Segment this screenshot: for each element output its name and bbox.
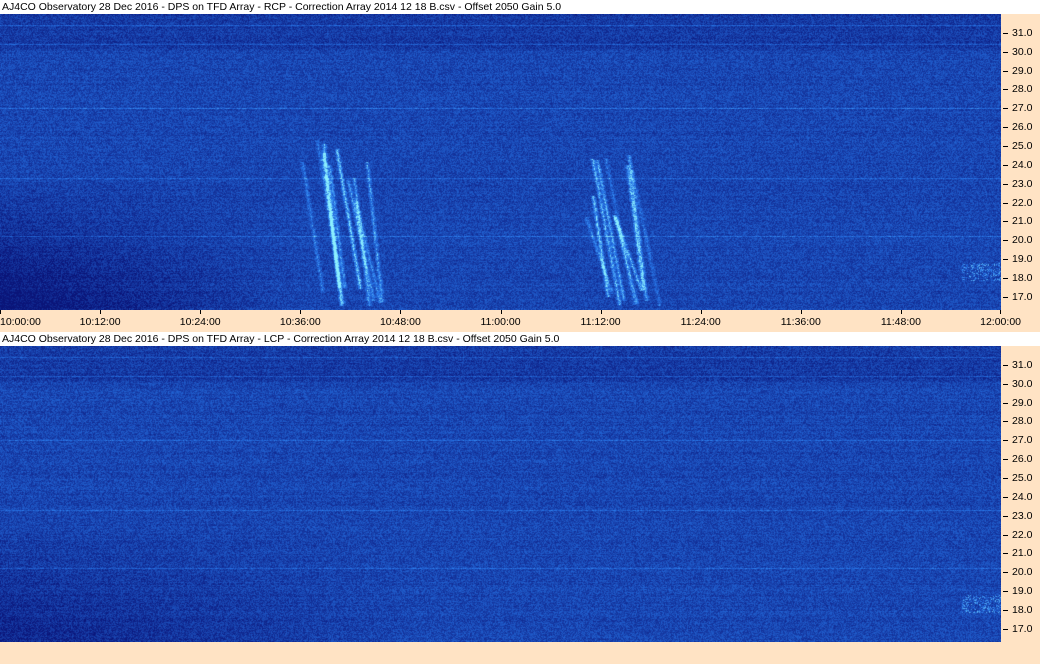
y-tick: [1003, 240, 1008, 242]
y-tick-label: 29.0: [1012, 396, 1033, 409]
y-tick-label: 18.0: [1012, 603, 1033, 616]
y-tick: [1003, 296, 1008, 298]
y-tick: [1003, 477, 1008, 479]
y-tick-label: 25.0: [1012, 471, 1033, 484]
x-tick-label: 11:36:00: [780, 316, 821, 328]
y-tick-label: 19.0: [1012, 585, 1033, 598]
y-tick-label: 26.0: [1012, 121, 1033, 134]
x-tick-label: 11:00:00: [480, 316, 521, 328]
y-tick-label: 22.0: [1012, 196, 1033, 209]
x-tick-label: 10:00:00: [0, 316, 41, 328]
y-tick-label: 27.0: [1012, 102, 1033, 115]
y-tick: [1003, 553, 1008, 555]
x-tick: [200, 310, 202, 314]
y-tick-label: 21.0: [1012, 215, 1033, 228]
x-tick: [900, 310, 902, 314]
x-tick-label: 10:24:00: [179, 316, 221, 328]
y-tick-label: 28.0: [1012, 83, 1033, 96]
x-tick: [300, 310, 302, 314]
x-tick: [1000, 310, 1001, 314]
y-tick: [1003, 259, 1008, 261]
y-tick: [1003, 572, 1008, 574]
y-tick-label: 30.0: [1012, 377, 1033, 390]
y-tick: [1003, 183, 1008, 185]
x-tick-label: 10:12:00: [79, 316, 121, 328]
y-tick: [1003, 591, 1008, 593]
y-tick-label: 24.0: [1012, 490, 1033, 503]
y-tick: [1003, 51, 1008, 53]
y-tick-label: 23.0: [1012, 177, 1033, 190]
x-tick: [500, 310, 502, 314]
y-tick: [1003, 108, 1008, 110]
y-tick: [1003, 515, 1008, 517]
x-tick-label: 10:48:00: [379, 316, 421, 328]
y-tick-label: 17.0: [1012, 622, 1033, 635]
y-tick-label: 30.0: [1012, 45, 1033, 58]
y-tick: [1003, 70, 1008, 72]
x-tick-label: 11:24:00: [680, 316, 721, 328]
y-tick: [1003, 221, 1008, 223]
y-tick: [1003, 89, 1008, 91]
y-tick-label: 18.0: [1012, 271, 1033, 284]
y-tick-label: 29.0: [1012, 64, 1033, 77]
spectrogram-rcp: [0, 14, 1001, 310]
x-tick-label: 11:48:00: [880, 316, 921, 328]
y-tick-label: 28.0: [1012, 415, 1033, 428]
x-tick: [400, 310, 402, 314]
y-tick: [1003, 202, 1008, 204]
x-tick-label: 10:36:00: [279, 316, 321, 328]
y-tick: [1003, 628, 1008, 630]
y-tick: [1003, 534, 1008, 536]
y-tick-label: 25.0: [1012, 139, 1033, 152]
y-tick: [1003, 459, 1008, 461]
panel-title-rcp: AJ4CO Observatory 28 Dec 2016 - DPS on T…: [2, 1, 562, 13]
y-tick-label: 22.0: [1012, 528, 1033, 541]
y-tick-label: 26.0: [1012, 453, 1033, 466]
y-tick-label: 20.0: [1012, 566, 1033, 579]
y-tick-label: 17.0: [1012, 290, 1033, 303]
x-tick: [0, 310, 1, 314]
x-tick: [600, 310, 602, 314]
y-tick: [1003, 145, 1008, 147]
y-tick-label: 19.0: [1012, 253, 1033, 266]
x-tick: [700, 310, 702, 314]
y-tick: [1003, 32, 1008, 34]
y-tick: [1003, 496, 1008, 498]
y-tick: [1003, 127, 1008, 129]
x-tick: [800, 310, 802, 314]
y-tick: [1003, 421, 1008, 423]
y-tick: [1003, 440, 1008, 442]
y-tick-label: 31.0: [1012, 26, 1033, 39]
y-tick: [1003, 609, 1008, 611]
y-tick-label: 20.0: [1012, 234, 1033, 247]
x-axis-lcp: [0, 642, 1040, 664]
y-tick: [1003, 164, 1008, 166]
y-tick-label: 27.0: [1012, 434, 1033, 447]
y-tick-label: 31.0: [1012, 358, 1033, 371]
y-tick: [1003, 383, 1008, 385]
x-tick-label: 12:00:00: [980, 316, 1021, 328]
y-tick: [1003, 277, 1008, 279]
x-tick: [100, 310, 102, 314]
panel-title-lcp: AJ4CO Observatory 28 Dec 2016 - DPS on T…: [2, 333, 560, 345]
y-tick-label: 23.0: [1012, 509, 1033, 522]
spectrogram-lcp: [0, 346, 1001, 642]
y-tick: [1003, 402, 1008, 404]
y-tick: [1003, 364, 1008, 366]
y-tick-label: 21.0: [1012, 547, 1033, 560]
y-tick-label: 24.0: [1012, 158, 1033, 171]
x-tick-label: 11:12:00: [580, 316, 621, 328]
